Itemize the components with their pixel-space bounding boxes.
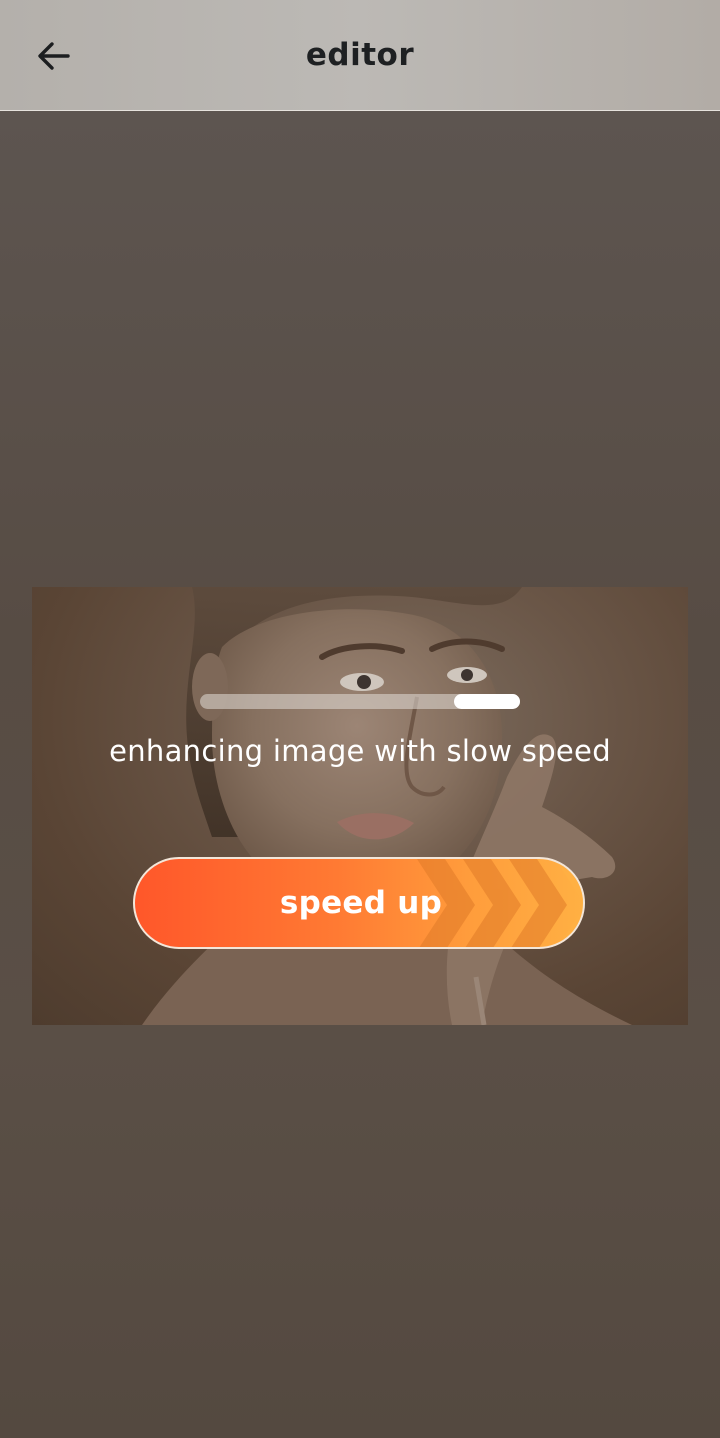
portrait-image	[142, 587, 632, 1025]
arrow-left-icon	[38, 42, 70, 70]
back-button[interactable]	[26, 30, 82, 82]
speed-up-button[interactable]: speed up	[133, 857, 585, 949]
top-app-bar: editor	[0, 0, 720, 111]
status-text: enhancing image with slow speed	[109, 734, 611, 768]
image-preview	[32, 587, 688, 1025]
page-title: editor	[305, 37, 415, 73]
progress-indicator	[454, 694, 520, 709]
speed-up-label: speed up	[279, 885, 443, 921]
